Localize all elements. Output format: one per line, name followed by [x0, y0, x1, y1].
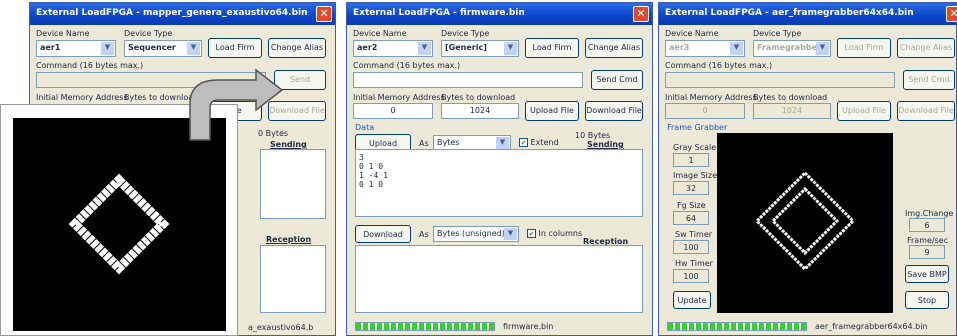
device-type-label: Device Type [124, 29, 173, 38]
device-type-label: Device Type [753, 29, 802, 38]
img-change-value: 6 [909, 218, 945, 232]
input-image [13, 118, 226, 331]
download-format-select[interactable]: Bytes (unsigned) ▼ [433, 226, 519, 242]
nested-diamond-shape [754, 170, 856, 272]
close-button[interactable]: ✕ [316, 6, 332, 22]
bytes-download-label: Bytes to download [753, 93, 828, 102]
check-icon: ✔ [527, 229, 536, 238]
check-icon: ✔ [519, 138, 528, 147]
sending-buffer[interactable] [260, 149, 326, 219]
bytes-count: 10 Bytes [575, 131, 611, 140]
device-type-select[interactable]: Framegrabber ▼ [753, 40, 831, 57]
device-name-label: Device Name [36, 29, 90, 38]
chevron-down-icon: ▼ [496, 137, 509, 149]
device-type-select[interactable]: Sequencer ▼ [124, 40, 202, 57]
send-cmd-button[interactable]: Send Cmd [591, 70, 643, 90]
gray-scale-label: Gray Scale [673, 143, 717, 152]
device-type-select[interactable]: [Generic] ▼ [441, 40, 519, 57]
init-mem-input[interactable]: 0 [665, 103, 745, 119]
progress-bar [667, 322, 807, 331]
as-label: As [419, 139, 429, 148]
status-filename: firmware.bin [503, 322, 554, 331]
status-filename: a_exaustivo64.b [248, 323, 314, 332]
update-button[interactable]: Update [673, 291, 711, 309]
bytes-download-label: Bytes to download [441, 93, 516, 102]
extend-checkbox[interactable]: ✔ Extend [519, 138, 559, 147]
in-columns-checkbox[interactable]: ✔ In columns [527, 229, 582, 238]
change-alias-button[interactable]: Change Alias [268, 38, 326, 58]
curved-arrow-icon [189, 68, 284, 141]
data-group-label: Data [355, 123, 375, 132]
bytes-download-input[interactable]: 1024 [441, 103, 519, 119]
stop-button[interactable]: Stop [905, 291, 949, 309]
upload-file-button[interactable]: Upload File [837, 101, 891, 121]
send-cmd-button[interactable]: Send Cmd [903, 70, 955, 90]
chevron-down-icon: ▼ [504, 42, 517, 55]
sw-timer-input[interactable]: 100 [673, 240, 709, 254]
sw-timer-label: Sw Timer [675, 230, 713, 239]
change-alias-button[interactable]: Change Alias [897, 38, 955, 58]
status-filename: aer_framegrabber64x64.bin [815, 322, 928, 331]
init-mem-label: Initial Memory Address [36, 93, 128, 102]
image-size-input[interactable]: 32 [673, 181, 709, 195]
save-bmp-button[interactable]: Save BMP [905, 265, 949, 283]
diamond-shape [68, 173, 170, 275]
download-file-button[interactable]: Download File [585, 101, 643, 121]
device-name-select[interactable]: aer1 ▼ [36, 40, 116, 57]
window-framegrabber: External LoadFPGA - aer_framegrabber64x6… [658, 2, 957, 336]
frame-grabber-label: Frame Grabber [667, 123, 728, 132]
chevron-down-icon: ▼ [504, 228, 517, 240]
command-input[interactable] [353, 72, 583, 88]
device-name-select[interactable]: aer2 ▼ [353, 40, 433, 57]
load-firm-button[interactable]: Load Firm [525, 38, 579, 58]
upload-file-button[interactable]: Upload File [525, 101, 579, 121]
chevron-down-icon: ▼ [418, 42, 431, 55]
frame-sec-label: Frame/sec [907, 236, 949, 245]
init-mem-input[interactable]: 0 [353, 103, 433, 119]
reception-buffer[interactable] [260, 245, 326, 313]
load-firm-button[interactable]: Load Firm [208, 38, 262, 58]
title-text: External LoadFPGA - aer_framegrabber64x6… [665, 8, 914, 18]
window-title: External LoadFPGA - aer_framegrabber64x6… [659, 3, 957, 25]
chevron-down-icon: ▼ [816, 42, 829, 55]
command-label: Command (16 bytes max.) [36, 61, 144, 70]
init-mem-label: Initial Memory Address [353, 93, 445, 102]
fg-size-label: Fg Size [677, 201, 706, 210]
as-label: As [419, 230, 429, 239]
chevron-down-icon: ▼ [101, 42, 114, 55]
progress-bar [355, 322, 495, 331]
device-name-label: Device Name [665, 29, 719, 38]
title-text: External LoadFPGA - mapper_genera_exaust… [36, 8, 308, 18]
frame-grabber-image [717, 133, 893, 313]
command-label: Command (16 bytes max.) [353, 61, 461, 70]
title-text: External LoadFPGA - firmware.bin [353, 8, 525, 18]
command-input[interactable] [665, 72, 895, 88]
init-mem-label: Initial Memory Address [665, 93, 757, 102]
reception-buffer[interactable] [355, 245, 643, 313]
bytes-download-input[interactable]: 1024 [753, 103, 831, 119]
hw-timer-label: Hw Timer [675, 259, 713, 268]
sending-buffer[interactable]: 3 0 1 0 1 -4 1 0 1 0 [355, 149, 643, 217]
img-change-label: Img.Change [905, 209, 954, 218]
command-label: Command (16 bytes max.) [665, 61, 773, 70]
chevron-down-icon: ▼ [187, 42, 200, 55]
close-button[interactable]: ✕ [633, 6, 649, 22]
window-title: External LoadFPGA - mapper_genera_exaust… [30, 3, 335, 25]
window-firmware: External LoadFPGA - firmware.bin ✕ Device… [346, 2, 653, 336]
fg-size-input[interactable]: 64 [673, 211, 709, 225]
device-name-select[interactable]: aer3 ▼ [665, 40, 745, 57]
download-button[interactable]: Download [355, 225, 411, 243]
gray-scale-input[interactable]: 1 [673, 153, 709, 167]
window-title: External LoadFPGA - firmware.bin ✕ [347, 3, 652, 25]
hw-timer-input[interactable]: 100 [673, 269, 709, 283]
close-button[interactable]: ✕ [946, 6, 957, 22]
download-file-button[interactable]: Download File [897, 101, 955, 121]
change-alias-button[interactable]: Change Alias [585, 38, 643, 58]
frame-sec-value: 9 [909, 245, 945, 259]
device-type-label: Device Type [441, 29, 490, 38]
device-name-label: Device Name [353, 29, 407, 38]
image-size-label: Image Size [673, 171, 718, 180]
load-firm-button[interactable]: Load Firm [837, 38, 891, 58]
chevron-down-icon: ▼ [730, 42, 743, 55]
